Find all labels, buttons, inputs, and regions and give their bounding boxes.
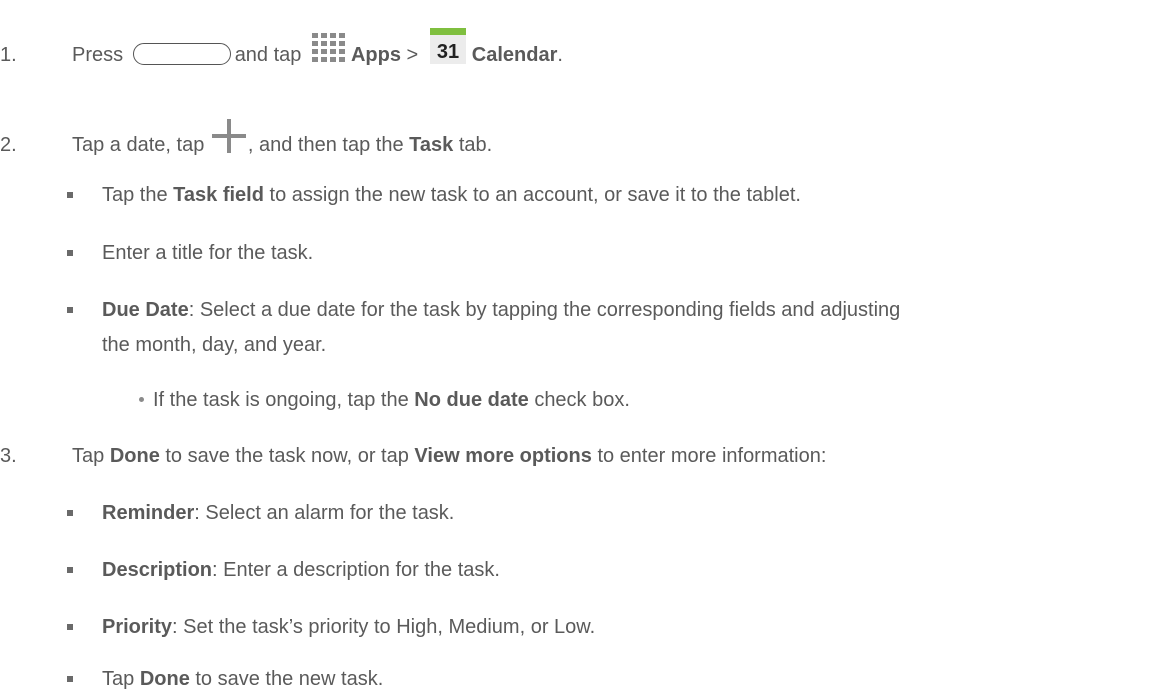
item-bold: Description xyxy=(102,559,213,581)
list-item: Tap the Task field to assign the new tas… xyxy=(102,182,801,208)
step-1: 1. Press and tap Apps > 31 Calendar. xyxy=(0,28,563,77)
item-text: the month, day, and year. xyxy=(102,334,327,356)
view-more-options-label: View more options xyxy=(414,445,592,467)
sub-list-item: If the task is ongoing, tap the No due d… xyxy=(153,387,630,413)
item-text: : Enter a description for the task. xyxy=(212,559,500,581)
step-text: tab. xyxy=(458,133,493,156)
item-text: : Set the task’s priority to High, Mediu… xyxy=(172,616,596,638)
item-text: : Select an alarm for the task. xyxy=(194,502,455,524)
step-number: 2. xyxy=(0,133,17,156)
step-3: 3. Tap Done to save the task now, or tap … xyxy=(0,443,826,469)
bullet xyxy=(67,307,73,313)
list-item: Description: Enter a description for the… xyxy=(102,557,500,583)
step-text: . xyxy=(557,43,563,66)
bullet xyxy=(67,510,73,516)
step-text: to save the task now, or tap xyxy=(165,445,409,467)
step-text: and tap xyxy=(234,43,302,66)
step-text: Tap a date, tap xyxy=(72,133,205,156)
calendar-label: Calendar xyxy=(471,43,558,66)
done-label: Done xyxy=(109,445,160,467)
list-item: Priority: Set the task’s priority to Hig… xyxy=(102,614,595,640)
item-text: Tap the xyxy=(102,184,168,206)
item-text: to assign the new task to an account, or… xyxy=(269,184,801,206)
calendar-icon-day: 31 xyxy=(437,41,459,63)
apps-grid-icon xyxy=(311,32,347,71)
plus-icon xyxy=(211,119,246,160)
bullet xyxy=(67,624,73,630)
item-bold: Priority xyxy=(102,616,173,638)
item-text: If the task is ongoing, tap the xyxy=(153,389,409,411)
item-bold: Due Date xyxy=(102,299,189,321)
step-text: to enter more information: xyxy=(597,445,827,467)
list-item-continuation: the month, day, and year. xyxy=(102,332,326,358)
list-item: Enter a title for the task. xyxy=(102,240,313,266)
step-text: Tap xyxy=(72,445,105,467)
bullet xyxy=(67,676,73,682)
item-text: Enter a title for the task. xyxy=(102,242,314,264)
separator: > xyxy=(406,43,419,66)
sub-bullet xyxy=(139,397,144,402)
list-item: Due Date: Select a due date for the task… xyxy=(102,297,900,323)
list-item: Reminder: Select an alarm for the task. xyxy=(102,500,454,526)
item-bold: Task field xyxy=(173,184,264,206)
step-number: 3. xyxy=(0,445,17,467)
step-number: 1. xyxy=(0,43,17,66)
home-button-icon xyxy=(132,42,231,65)
item-bold: Reminder xyxy=(102,502,195,524)
step-2: 2. Tap a date, tap , and then tap the Tas… xyxy=(0,119,493,166)
bullet xyxy=(67,192,73,198)
item-bold: No due date xyxy=(414,389,529,411)
apps-label: Apps xyxy=(350,43,401,66)
bullet xyxy=(67,250,73,256)
bullet xyxy=(67,567,73,573)
item-text: check box. xyxy=(534,389,630,411)
step-text: Press xyxy=(72,43,124,66)
task-tab-label: Task xyxy=(409,133,454,156)
calendar-icon: 31 xyxy=(429,28,466,71)
item-text: : Select a due date for the task by tapp… xyxy=(188,299,901,321)
step-text: , and then tap the xyxy=(247,133,404,156)
list-item: Tap Done to save the new task. xyxy=(102,666,383,692)
